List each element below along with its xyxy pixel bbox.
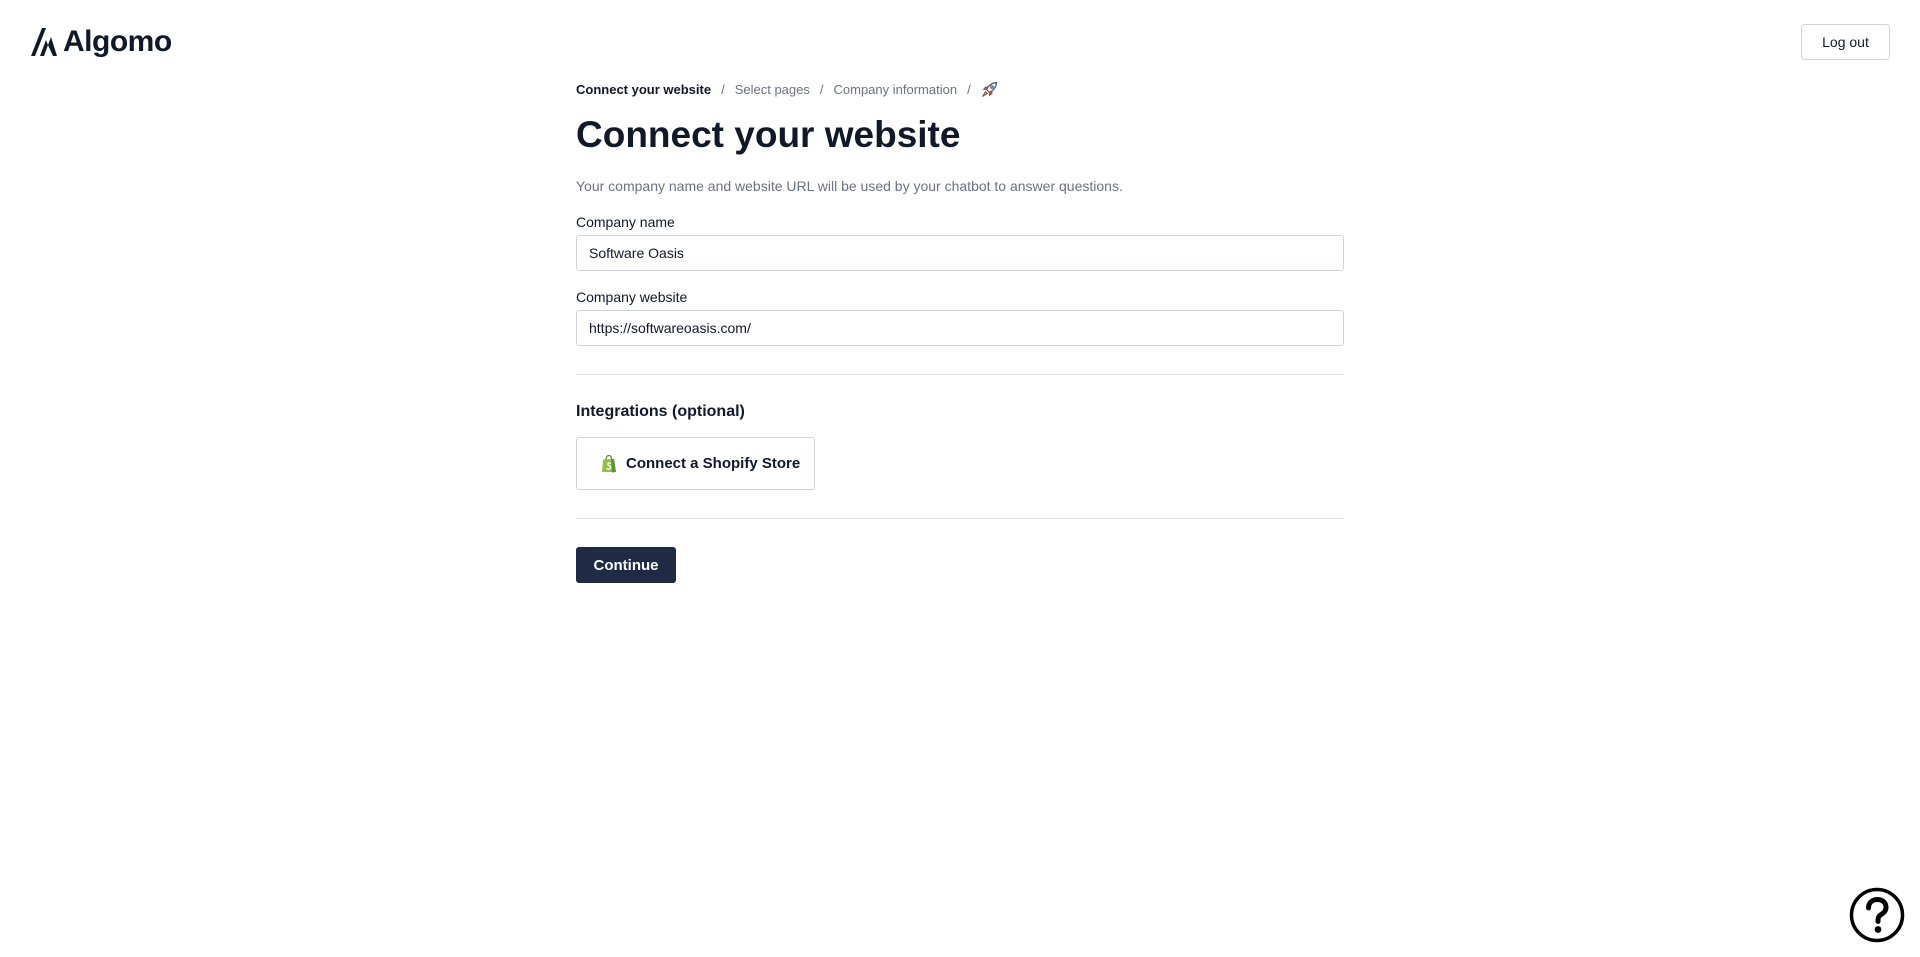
company-website-label: Company website [576, 289, 688, 305]
breadcrumb-separator: / [819, 81, 824, 97]
rocket-icon[interactable] [981, 81, 998, 98]
integrations-title: Integrations (optional) [576, 403, 745, 420]
breadcrumb-separator: / [967, 81, 971, 97]
section-divider [576, 374, 1344, 375]
page-title: Connect your website [576, 114, 961, 155]
logout-button[interactable]: Log out [1801, 24, 1890, 60]
help-question-icon [1849, 887, 1905, 943]
connect-shopify-label: Connect a Shopify Store [626, 455, 801, 472]
top-header: Algomo Log out [0, 0, 1920, 84]
breadcrumb-separator: / [721, 81, 725, 97]
algomo-logo-icon [31, 28, 57, 56]
company-name-input[interactable] [576, 235, 1344, 271]
company-name-label: Company name [576, 214, 675, 230]
breadcrumb-step-connect-website[interactable]: Connect your website [576, 82, 711, 97]
shopify-bag-icon [601, 454, 617, 473]
page-subtitle: Your company name and website URL will b… [576, 178, 1123, 194]
section-divider [576, 518, 1344, 519]
connect-shopify-button[interactable]: Connect a Shopify Store [576, 437, 815, 490]
continue-button[interactable]: Continue [576, 547, 676, 583]
breadcrumb-step-company-information[interactable]: Company information [834, 82, 958, 97]
brand-logo[interactable]: Algomo [31, 24, 172, 60]
company-website-input[interactable] [576, 310, 1344, 346]
breadcrumb: Connect your website / Select pages / Co… [576, 78, 1344, 100]
help-button[interactable] [1849, 887, 1905, 943]
breadcrumb-step-select-pages[interactable]: Select pages [735, 82, 810, 97]
main-content: Connect your website / Select pages / Co… [576, 78, 1344, 583]
brand-name: Algomo [63, 25, 172, 58]
